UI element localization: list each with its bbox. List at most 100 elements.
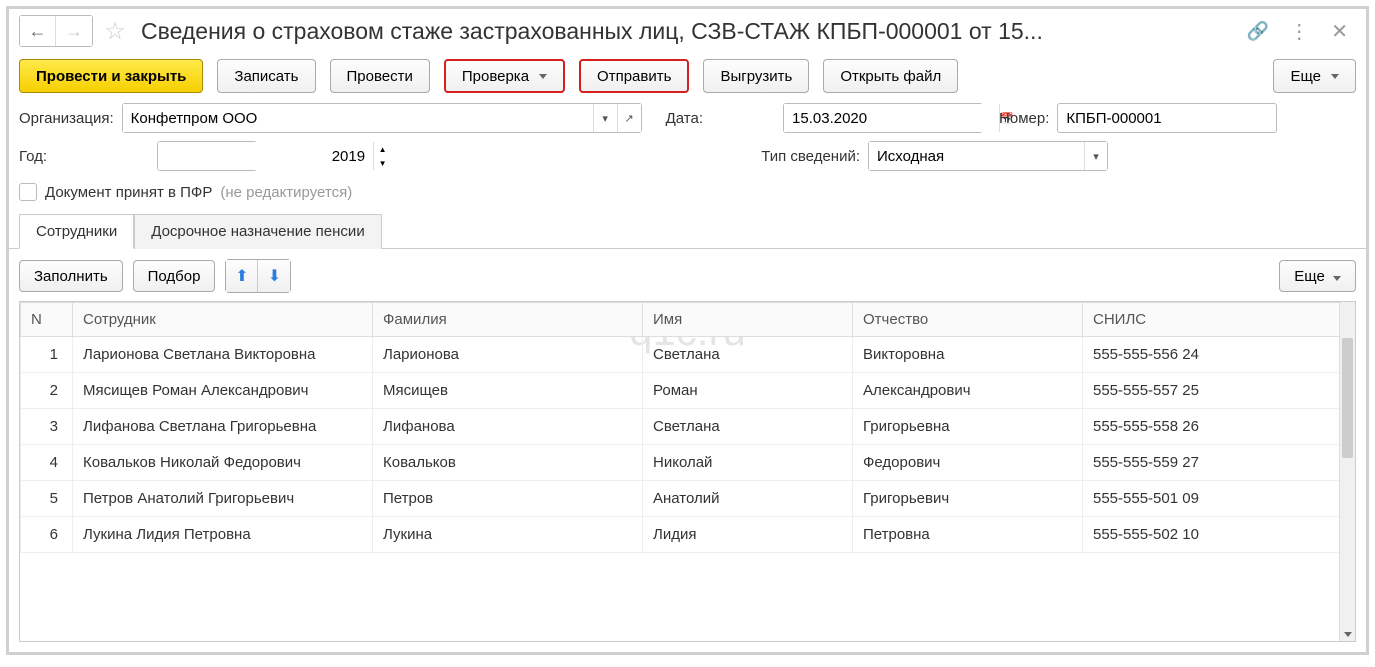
check-button[interactable]: Проверка (444, 59, 565, 93)
date-combo[interactable]: 📅 (783, 103, 983, 133)
col-n[interactable]: N (21, 303, 73, 337)
cell-patronymic: Викторовна (853, 337, 1083, 373)
cell-employee: Лукина Лидия Петровна (73, 517, 373, 553)
cell-patronymic: Петровна (853, 517, 1083, 553)
org-combo[interactable]: ▾ ↗ (122, 103, 642, 133)
tab-employees[interactable]: Сотрудники (19, 214, 134, 249)
send-button[interactable]: Отправить (579, 59, 689, 93)
cell-surname: Ковальков (373, 445, 643, 481)
date-label: Дата: (666, 110, 703, 127)
pfr-checkbox[interactable] (19, 183, 37, 201)
table-row[interactable]: 1Ларионова Светлана ВикторовнаЛарионоваС… (21, 337, 1355, 373)
date-input[interactable] (784, 104, 999, 132)
cell-snils: 555-555-501 09 (1083, 481, 1355, 517)
pfr-suffix: (не редактируется) (220, 184, 352, 201)
employees-table[interactable]: N Сотрудник Фамилия Имя Отчество СНИЛС 1… (20, 302, 1355, 553)
link-icon[interactable]: 🔗 (1247, 21, 1269, 42)
col-employee[interactable]: Сотрудник (73, 303, 373, 337)
cell-snils: 555-555-559 27 (1083, 445, 1355, 481)
chevron-down-icon (1331, 74, 1339, 79)
cell-snils: 555-555-502 10 (1083, 517, 1355, 553)
move-down-button[interactable]: ⬇ (258, 260, 290, 292)
table-row[interactable]: 6Лукина Лидия ПетровнаЛукинаЛидияПетровн… (21, 517, 1355, 553)
nav-buttons: ← → (19, 15, 93, 47)
cell-surname: Мясищев (373, 373, 643, 409)
cell-snils: 555-555-557 25 (1083, 373, 1355, 409)
org-dropdown[interactable]: ▾ (593, 104, 617, 132)
fill-button[interactable]: Заполнить (19, 260, 123, 292)
year-down[interactable]: ▼ (373, 156, 391, 170)
post-button[interactable]: Провести (330, 59, 430, 93)
org-open[interactable]: ↗ (617, 104, 641, 132)
table-row[interactable]: 5Петров Анатолий ГригорьевичПетровАнатол… (21, 481, 1355, 517)
org-input[interactable] (123, 104, 593, 132)
cell-name: Николай (643, 445, 853, 481)
cell-employee: Мясищев Роман Александрович (73, 373, 373, 409)
info-type-combo[interactable]: ▾ (868, 141, 1108, 171)
cell-n: 6 (21, 517, 73, 553)
employees-table-wrap: N Сотрудник Фамилия Имя Отчество СНИЛС 1… (19, 301, 1356, 642)
number-input[interactable] (1057, 103, 1277, 133)
cell-surname: Лукина (373, 517, 643, 553)
cell-employee: Ларионова Светлана Викторовна (73, 337, 373, 373)
scroll-thumb[interactable] (1342, 338, 1353, 458)
move-up-button[interactable]: ⬆ (226, 260, 258, 292)
menu-icon[interactable]: ⋮ (1289, 19, 1309, 44)
cell-name: Светлана (643, 409, 853, 445)
export-button[interactable]: Выгрузить (703, 59, 809, 93)
cell-name: Лидия (643, 517, 853, 553)
more-button[interactable]: Еще (1273, 59, 1356, 93)
open-file-button[interactable]: Открыть файл (823, 59, 958, 93)
cell-surname: Ларионова (373, 337, 643, 373)
page-title: Сведения о страховом стаже застрахованны… (137, 18, 1233, 45)
favorite-icon[interactable]: ☆ (101, 17, 129, 45)
col-surname[interactable]: Фамилия (373, 303, 643, 337)
year-input[interactable] (158, 142, 373, 170)
info-type-label: Тип сведений: (761, 148, 860, 165)
save-button[interactable]: Записать (217, 59, 315, 93)
cell-name: Светлана (643, 337, 853, 373)
cell-name: Роман (643, 373, 853, 409)
cell-employee: Лифанова Светлана Григорьевна (73, 409, 373, 445)
sub-more-button[interactable]: Еще (1279, 260, 1356, 292)
table-row[interactable]: 2Мясищев Роман АлександровичМясищевРоман… (21, 373, 1355, 409)
post-and-close-button[interactable]: Провести и закрыть (19, 59, 203, 93)
chevron-down-icon (539, 74, 547, 79)
table-row[interactable]: 4Ковальков Николай ФедоровичКовальковНик… (21, 445, 1355, 481)
forward-button[interactable]: → (56, 16, 92, 46)
cell-n: 4 (21, 445, 73, 481)
cell-n: 3 (21, 409, 73, 445)
cell-surname: Петров (373, 481, 643, 517)
cell-snils: 555-555-556 24 (1083, 337, 1355, 373)
org-label: Организация: (19, 110, 114, 127)
info-type-dropdown[interactable]: ▾ (1084, 142, 1107, 170)
pick-button[interactable]: Подбор (133, 260, 216, 292)
cell-employee: Ковальков Николай Федорович (73, 445, 373, 481)
cell-employee: Петров Анатолий Григорьевич (73, 481, 373, 517)
tab-pension[interactable]: Досрочное назначение пенсии (134, 214, 381, 249)
number-label: Номер: (999, 110, 1049, 127)
cell-patronymic: Григорьевна (853, 409, 1083, 445)
scrollbar[interactable] (1339, 302, 1355, 641)
close-icon[interactable]: ✕ (1331, 19, 1348, 44)
cell-snils: 555-555-558 26 (1083, 409, 1355, 445)
cell-surname: Лифанова (373, 409, 643, 445)
col-patronymic[interactable]: Отчество (853, 303, 1083, 337)
scroll-down-icon[interactable] (1344, 632, 1352, 637)
cell-patronymic: Федорович (853, 445, 1083, 481)
table-row[interactable]: 3Лифанова Светлана ГригорьевнаЛифановаСв… (21, 409, 1355, 445)
cell-patronymic: Григорьевич (853, 481, 1083, 517)
cell-name: Анатолий (643, 481, 853, 517)
cell-n: 5 (21, 481, 73, 517)
cell-n: 2 (21, 373, 73, 409)
year-spinner[interactable]: ▲ ▼ (157, 141, 257, 171)
col-name[interactable]: Имя (643, 303, 853, 337)
info-type-input[interactable] (869, 142, 1084, 170)
back-button[interactable]: ← (20, 16, 56, 46)
col-snils[interactable]: СНИЛС (1083, 303, 1355, 337)
pfr-label: Документ принят в ПФР (45, 184, 212, 201)
cell-patronymic: Александрович (853, 373, 1083, 409)
move-buttons: ⬆ ⬇ (225, 259, 291, 293)
year-label: Год: (19, 148, 47, 165)
year-up[interactable]: ▲ (373, 142, 391, 156)
